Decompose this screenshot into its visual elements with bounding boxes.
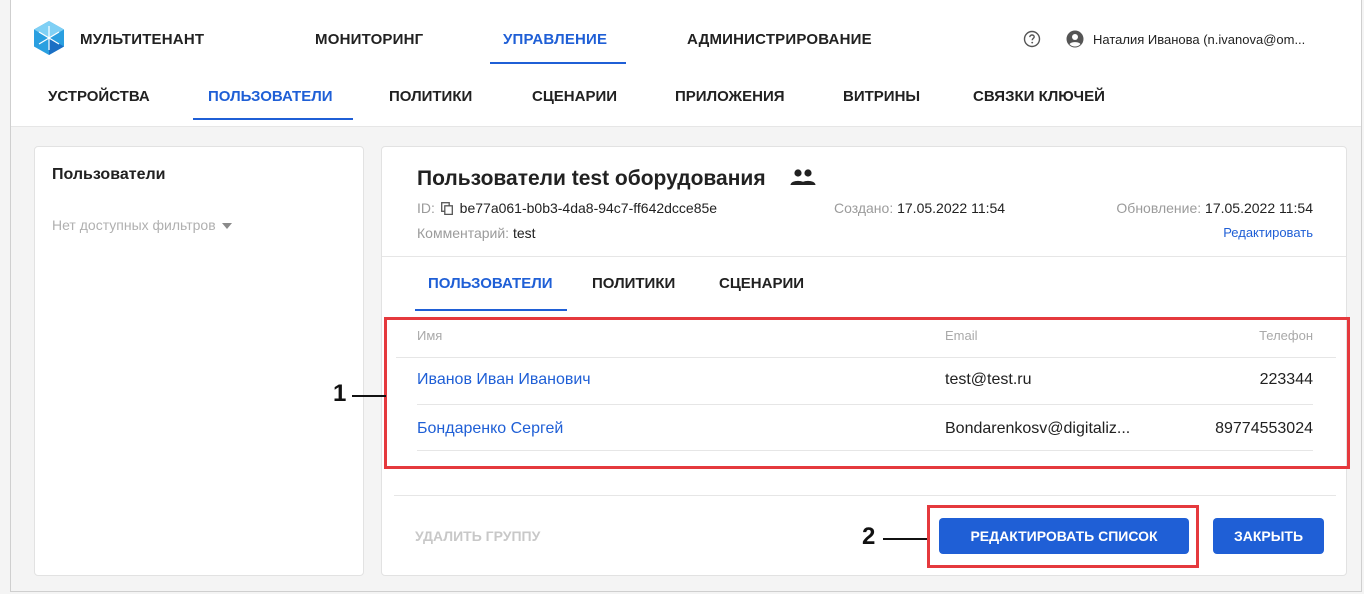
user-name[interactable]: Наталия Иванова (n.ivanova@om... xyxy=(1093,32,1305,47)
group-updated-value: 17.05.2022 11:54 xyxy=(1205,200,1313,216)
group-comment: Комментарий: test xyxy=(417,225,536,241)
tab-scenarios[interactable]: СЦЕНАРИИ xyxy=(719,275,804,292)
subnav-policies[interactable]: ПОЛИТИКИ xyxy=(389,88,472,105)
group-comment-value: test xyxy=(512,225,536,241)
subnav-active-indicator xyxy=(193,118,353,120)
filter-dropdown[interactable]: Нет доступных фильтров xyxy=(52,217,232,233)
subnav-applications[interactable]: ПРИЛОЖЕНИЯ xyxy=(675,88,785,105)
group-title: Пользователи test оборудования xyxy=(417,167,766,190)
callout-number-1: 1 xyxy=(333,380,347,407)
tab-active-indicator xyxy=(415,309,567,311)
filter-panel xyxy=(34,146,364,576)
topnav-monitoring[interactable]: МОНИТОРИНГ xyxy=(315,31,423,48)
group-users-icon xyxy=(790,169,816,185)
delete-group-button[interactable]: УДАЛИТЬ ГРУППУ xyxy=(415,528,540,544)
callout-number-2: 2 xyxy=(862,523,876,550)
chevron-down-icon xyxy=(221,223,232,230)
footer-divider xyxy=(394,495,1336,496)
group-id: ID: be77a061-b0b3-4da8-94c7-ff642dcce85e xyxy=(417,200,717,216)
help-icon[interactable] xyxy=(1023,30,1041,48)
subnav-devices[interactable]: УСТРОЙСТВА xyxy=(48,88,150,105)
user-account-icon[interactable] xyxy=(1066,30,1084,48)
group-created-label: Создано: xyxy=(834,200,894,216)
group-id-label: ID: xyxy=(417,200,435,216)
tab-users[interactable]: ПОЛЬЗОВАТЕЛИ xyxy=(428,275,553,292)
subnav-showcases[interactable]: ВИТРИНЫ xyxy=(843,88,920,105)
subnav-keychains[interactable]: СВЯЗКИ КЛЮЧЕЙ xyxy=(973,88,1105,105)
subnav-scenarios[interactable]: СЦЕНАРИИ xyxy=(532,88,617,105)
group-updated: Обновление: 17.05.2022 11:54 xyxy=(1116,200,1313,216)
group-updated-label: Обновление: xyxy=(1116,200,1202,216)
topnav-active-indicator xyxy=(490,62,626,64)
filter-dropdown-label: Нет доступных фильтров xyxy=(52,217,216,233)
topnav-management[interactable]: УПРАВЛЕНИЕ xyxy=(503,31,607,48)
group-id-value: be77a061-b0b3-4da8-94c7-ff642dcce85e xyxy=(459,200,718,216)
edit-group-link[interactable]: Редактировать xyxy=(1223,225,1313,240)
tabs-divider xyxy=(382,256,1346,257)
filter-panel-title: Пользователи xyxy=(52,166,166,183)
app-logo-icon[interactable] xyxy=(33,20,65,56)
callout-line-2 xyxy=(883,538,927,540)
callout-line-1 xyxy=(352,395,386,397)
subnav-users[interactable]: ПОЛЬЗОВАТЕЛИ xyxy=(208,88,333,105)
group-created-value: 17.05.2022 11:54 xyxy=(897,200,1006,216)
group-created: Создано: 17.05.2022 11:54 xyxy=(834,200,1005,216)
copy-icon[interactable] xyxy=(440,202,453,215)
tab-policies[interactable]: ПОЛИТИКИ xyxy=(592,275,675,292)
topnav-multitenant[interactable]: МУЛЬТИТЕНАНТ xyxy=(80,31,204,48)
topnav-administration[interactable]: АДМИНИСТРИРОВАНИЕ xyxy=(687,31,872,48)
group-comment-label: Комментарий: xyxy=(417,225,510,241)
edit-list-button[interactable]: РЕДАКТИРОВАТЬ СПИСОК xyxy=(939,518,1189,554)
users-table-highlight xyxy=(384,317,1350,469)
close-button[interactable]: ЗАКРЫТЬ xyxy=(1213,518,1324,554)
